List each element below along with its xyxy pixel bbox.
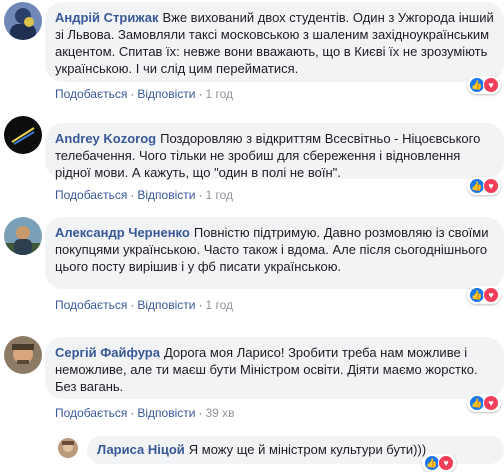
avatar[interactable] bbox=[58, 438, 78, 458]
timestamp[interactable]: 1 год bbox=[205, 188, 233, 202]
heart-icon: ♥ bbox=[438, 455, 454, 471]
avatar[interactable] bbox=[4, 336, 42, 374]
avatar[interactable] bbox=[4, 2, 42, 40]
separator: · bbox=[198, 298, 203, 312]
separator: · bbox=[130, 298, 135, 312]
comment-text: Я можу ще й міністром культури бути))) bbox=[188, 442, 427, 457]
thumbs-up-icon: 👍 bbox=[470, 288, 484, 302]
heart-icon: ♥ bbox=[483, 287, 499, 303]
reaction-summary[interactable]: 👍 ♥ bbox=[467, 394, 501, 412]
heart-icon: ♥ bbox=[483, 395, 499, 411]
like-link[interactable]: Подобається bbox=[55, 406, 127, 420]
reply-link[interactable]: Відповісти bbox=[137, 87, 195, 101]
comment-author[interactable]: Андрій Стрижак bbox=[55, 10, 158, 25]
comment-bubble: Сергій Файфура Дорога моя Ларисо! Зробити… bbox=[45, 337, 504, 399]
comment-bubble: Андрій Стрижак Вже вихований двох студент… bbox=[45, 2, 504, 82]
like-link[interactable]: Подобається bbox=[55, 87, 127, 101]
comment-author[interactable]: Лариса Ніцой bbox=[97, 442, 185, 457]
thumbs-up-icon: 👍 bbox=[470, 396, 484, 410]
reply-link[interactable]: Відповісти bbox=[137, 188, 195, 202]
thumbs-up-icon: 👍 bbox=[425, 456, 439, 470]
comment-actions: Подобається · Відповісти · 1 год bbox=[55, 298, 233, 312]
comment-bubble: Александр Черненко Повністю підтримую. Да… bbox=[45, 217, 504, 289]
separator: · bbox=[130, 87, 135, 101]
comment-actions: Подобається · Відповісти · 1 год bbox=[55, 87, 233, 101]
like-link[interactable]: Подобається bbox=[55, 188, 127, 202]
like-link[interactable]: Подобається bbox=[55, 298, 127, 312]
comment-author[interactable]: Александр Черненко bbox=[55, 225, 190, 240]
heart-icon: ♥ bbox=[483, 178, 499, 194]
comment-author[interactable]: Сергій Файфура bbox=[55, 345, 160, 360]
separator: · bbox=[198, 188, 203, 202]
reply-link[interactable]: Відповісти bbox=[137, 298, 195, 312]
separator: · bbox=[198, 87, 203, 101]
reaction-summary[interactable]: 👍 ♥ bbox=[467, 286, 501, 304]
separator: · bbox=[198, 406, 203, 420]
comment-bubble: Andrey Kozorog Поздоровляю з відкриттям В… bbox=[45, 123, 504, 180]
separator: · bbox=[130, 188, 135, 202]
reaction-summary[interactable]: 👍 ♥ bbox=[467, 177, 501, 195]
avatar[interactable] bbox=[4, 116, 42, 154]
thumbs-up-icon: 👍 bbox=[470, 78, 484, 92]
heart-icon: ♥ bbox=[483, 77, 499, 93]
comment-actions: Подобається · Відповісти · 1 год bbox=[55, 188, 233, 202]
reaction-summary[interactable]: 👍 ♥ bbox=[467, 76, 501, 94]
separator: · bbox=[130, 406, 135, 420]
thumbs-up-icon: 👍 bbox=[470, 179, 484, 193]
avatar[interactable] bbox=[4, 217, 42, 255]
reaction-summary[interactable]: 👍 ♥ bbox=[422, 454, 456, 472]
timestamp[interactable]: 1 год bbox=[205, 87, 233, 101]
comment-actions: Подобається · Відповісти · 39 хв bbox=[55, 406, 235, 420]
timestamp[interactable]: 1 год bbox=[205, 298, 233, 312]
comment-author[interactable]: Andrey Kozorog bbox=[55, 131, 156, 146]
reply-link[interactable]: Відповісти bbox=[137, 406, 195, 420]
timestamp[interactable]: 39 хв bbox=[205, 406, 234, 420]
